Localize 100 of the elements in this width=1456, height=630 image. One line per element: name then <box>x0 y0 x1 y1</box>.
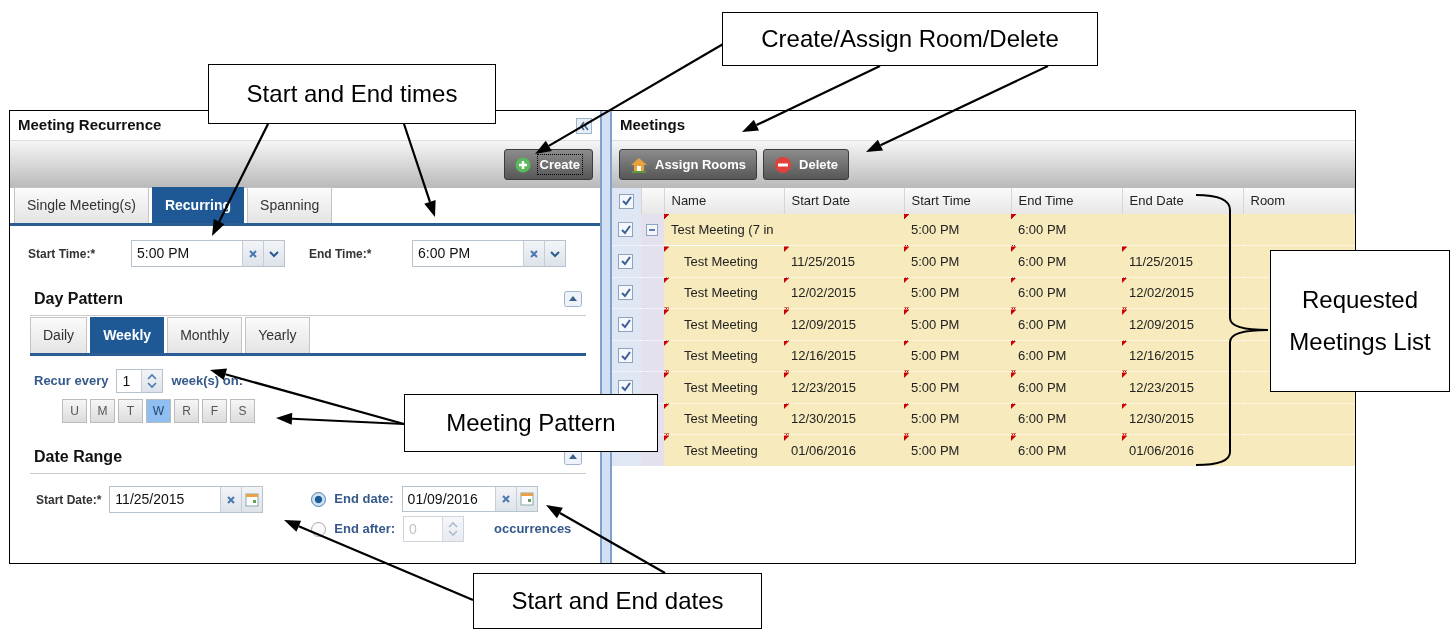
up-down-arrows-icon[interactable] <box>146 373 159 389</box>
spin-button[interactable] <box>141 370 163 392</box>
table-cell: 12/16/2015 <box>1129 348 1195 363</box>
occurrences-label: occurrences <box>494 520 572 539</box>
close-icon[interactable] <box>499 493 512 505</box>
table-cell: Test Meeting (7 in <box>671 221 774 237</box>
option-label: End after: <box>334 520 396 539</box>
input-field[interactable]: 5:00 PM <box>132 241 242 266</box>
day-toggle[interactable]: S <box>230 399 255 423</box>
end-date-field[interactable]: 01/09/2016 <box>401 486 538 512</box>
checkbox[interactable] <box>618 253 633 269</box>
table-cell-text: Test Meeting <box>683 442 758 458</box>
input-field[interactable]: 6:00 PM <box>413 241 523 266</box>
close-icon[interactable] <box>247 247 259 260</box>
table-cell: 6:00 PM <box>1018 221 1067 237</box>
day-toggle[interactable]: F <box>202 399 227 423</box>
table-cell: 12/02/2015 <box>791 285 857 300</box>
table-cell: 12/23/2015 <box>791 379 857 395</box>
table-cell: 6:00 PM <box>1018 411 1067 426</box>
clear-button[interactable] <box>242 241 263 266</box>
tab[interactable]: Single Meeting(s) <box>14 187 149 223</box>
day-toggle[interactable]: T <box>118 399 143 423</box>
table-cell: 5:00 PM <box>911 379 960 395</box>
table-cell: 6:00 PM <box>1018 316 1067 332</box>
table-cell: 12/30/2015 <box>1129 411 1195 426</box>
table-cell: 11/25/2015 <box>791 253 856 269</box>
table-cell: 5:00 PM <box>911 285 960 300</box>
table-cell: 12/30/2015 <box>791 411 857 426</box>
table-cell: 12/16/2015 <box>791 348 857 363</box>
delete-button[interactable]: Delete <box>763 148 850 181</box>
create-button[interactable]: Create <box>503 148 593 181</box>
column-header[interactable]: Name <box>671 193 707 209</box>
table-cell: 5:00 PM <box>911 442 960 458</box>
table-cell-text: Test Meeting <box>683 379 758 395</box>
input-field[interactable]: 1 <box>117 370 142 392</box>
tab[interactable]: Monthly <box>167 317 243 353</box>
radio-button[interactable] <box>311 491 327 507</box>
checkbox[interactable] <box>618 379 633 395</box>
day-toggle[interactable]: W <box>146 399 171 423</box>
checkbox[interactable] <box>618 285 633 301</box>
table-cell: 01/06/2016 <box>791 442 857 458</box>
dropdown-button[interactable] <box>544 241 565 266</box>
callout: Start and End times <box>208 64 496 124</box>
start-date-field[interactable]: 11/25/2015 <box>109 486 264 513</box>
checkbox[interactable] <box>618 222 633 237</box>
table-cell: 5:00 PM <box>911 253 960 269</box>
checkbox[interactable] <box>618 316 633 332</box>
day-toggle[interactable]: M <box>90 399 115 423</box>
close-icon[interactable] <box>225 493 238 506</box>
table-cell: 12/09/2015 <box>1129 316 1195 332</box>
calendar-icon[interactable] <box>519 492 534 506</box>
dropdown-button[interactable] <box>263 241 284 266</box>
table-cell-text: Test Meeting <box>683 285 758 300</box>
day-toggle[interactable]: U <box>62 399 87 423</box>
table-cell: 5:00 PM <box>911 316 960 332</box>
plus-icon <box>514 156 531 173</box>
checkbox[interactable] <box>619 193 634 209</box>
table-cell: 6:00 PM <box>1018 285 1067 300</box>
table-cell: 6:00 PM <box>1018 442 1067 458</box>
assign-rooms-button[interactable]: Assign Rooms <box>619 148 757 181</box>
clear-button[interactable] <box>494 487 516 511</box>
minus-icon <box>774 155 792 174</box>
house-icon <box>630 155 648 174</box>
option-label: End date: <box>334 490 394 509</box>
table-cell: 5:00 PM <box>911 348 960 363</box>
close-icon[interactable] <box>528 247 540 260</box>
section-title: Date Range <box>34 447 123 467</box>
section-title: Day Pattern <box>34 289 123 309</box>
clear-button[interactable] <box>523 241 544 266</box>
panel-title: Meeting Recurrence <box>18 115 162 136</box>
unit-label: week(s) on: <box>171 372 243 391</box>
checkbox[interactable] <box>618 348 633 364</box>
table-cell: 5:00 PM <box>911 411 960 426</box>
field-label: End Time:* <box>309 245 373 263</box>
callout: Create/Assign Room/Delete <box>722 12 1098 66</box>
start-time-field[interactable]: 5:00 PM <box>131 240 285 267</box>
tab[interactable]: Yearly <box>245 317 310 353</box>
end-time-field[interactable]: 6:00 PM <box>412 240 566 267</box>
table-cell: 12/23/2015 <box>1129 379 1195 395</box>
table-cell: 6:00 PM <box>1018 253 1067 269</box>
table-cell-text: Test Meeting <box>683 316 758 332</box>
table-cell: 6:00 PM <box>1018 348 1067 363</box>
table-cell: 11/25/2015 <box>1129 253 1194 269</box>
day-toggle[interactable]: R <box>174 399 199 423</box>
tab[interactable]: Weekly <box>90 317 165 353</box>
table-cell-text: Test Meeting <box>683 348 758 363</box>
table-cell: 01/06/2016 <box>1129 442 1195 458</box>
callout: Meeting Pattern <box>404 394 658 452</box>
calendar-icon[interactable] <box>245 492 260 507</box>
field-label: Start Date:* <box>36 492 102 509</box>
input-field[interactable]: 01/09/2016 <box>402 487 495 511</box>
clear-button[interactable] <box>220 487 242 512</box>
panel-title: Meetings <box>620 115 685 136</box>
tab[interactable]: Daily <box>30 317 88 353</box>
callout: Start and End dates <box>473 573 762 629</box>
table-cell-text: Test Meeting <box>683 253 758 269</box>
interval-spinner[interactable]: 1 <box>116 369 164 393</box>
tab[interactable]: Spanning <box>247 187 333 223</box>
input-field[interactable]: 11/25/2015 <box>110 487 221 512</box>
column-header[interactable]: Room <box>1250 193 1286 209</box>
